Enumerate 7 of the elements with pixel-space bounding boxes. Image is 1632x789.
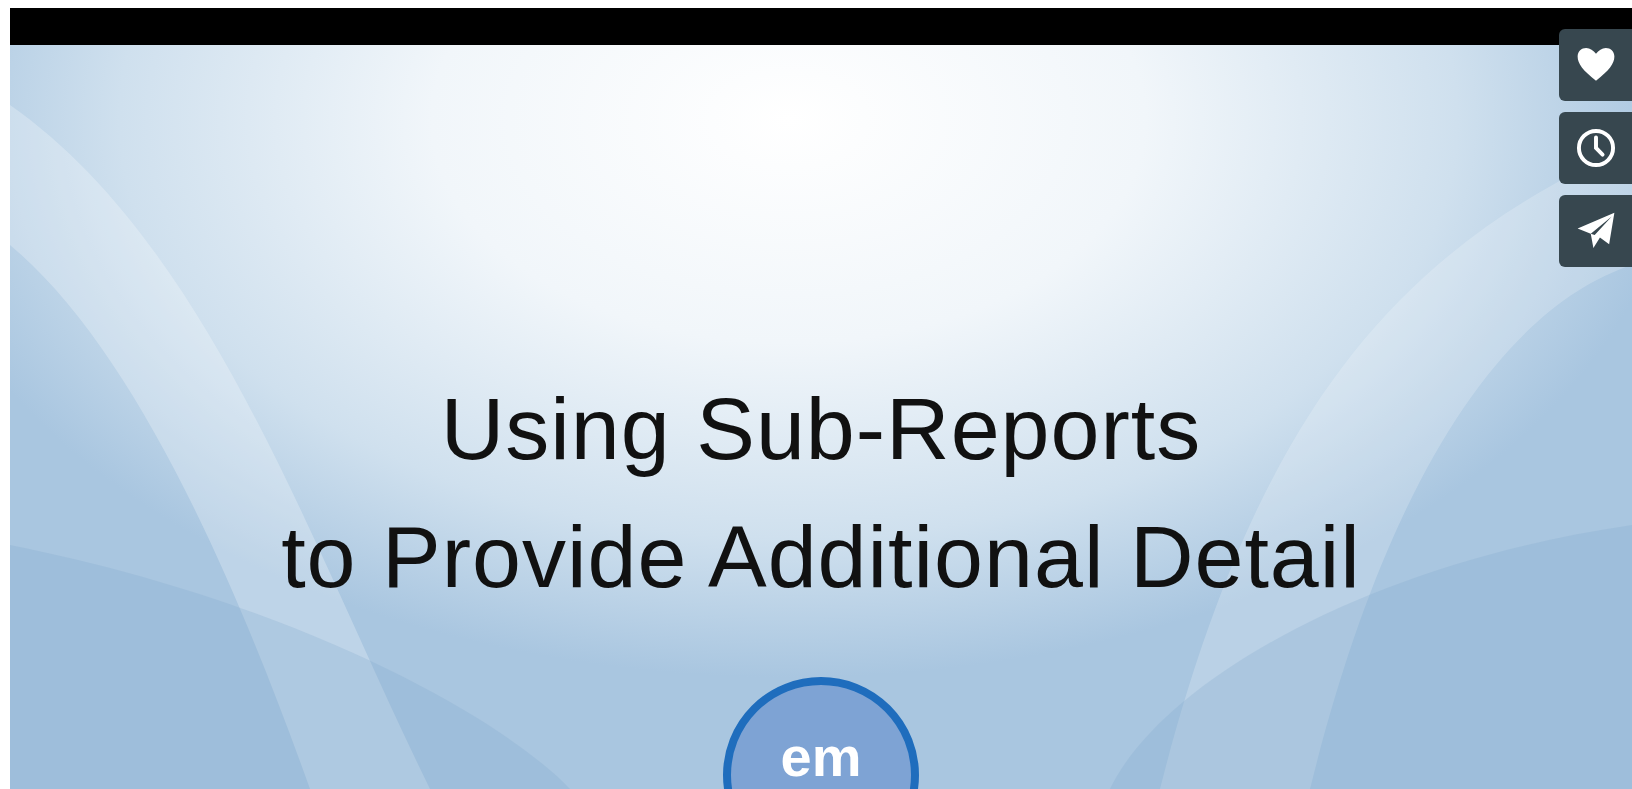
watch-later-button[interactable] [1559,112,1632,184]
clock-icon [1574,127,1617,169]
share-button[interactable] [1559,195,1632,267]
slide-title: Using Sub-Reports [440,378,1202,480]
like-button[interactable] [1559,29,1632,101]
slide-title: to Provide Additional Detail [281,506,1361,608]
logo-text: em [780,729,862,789]
